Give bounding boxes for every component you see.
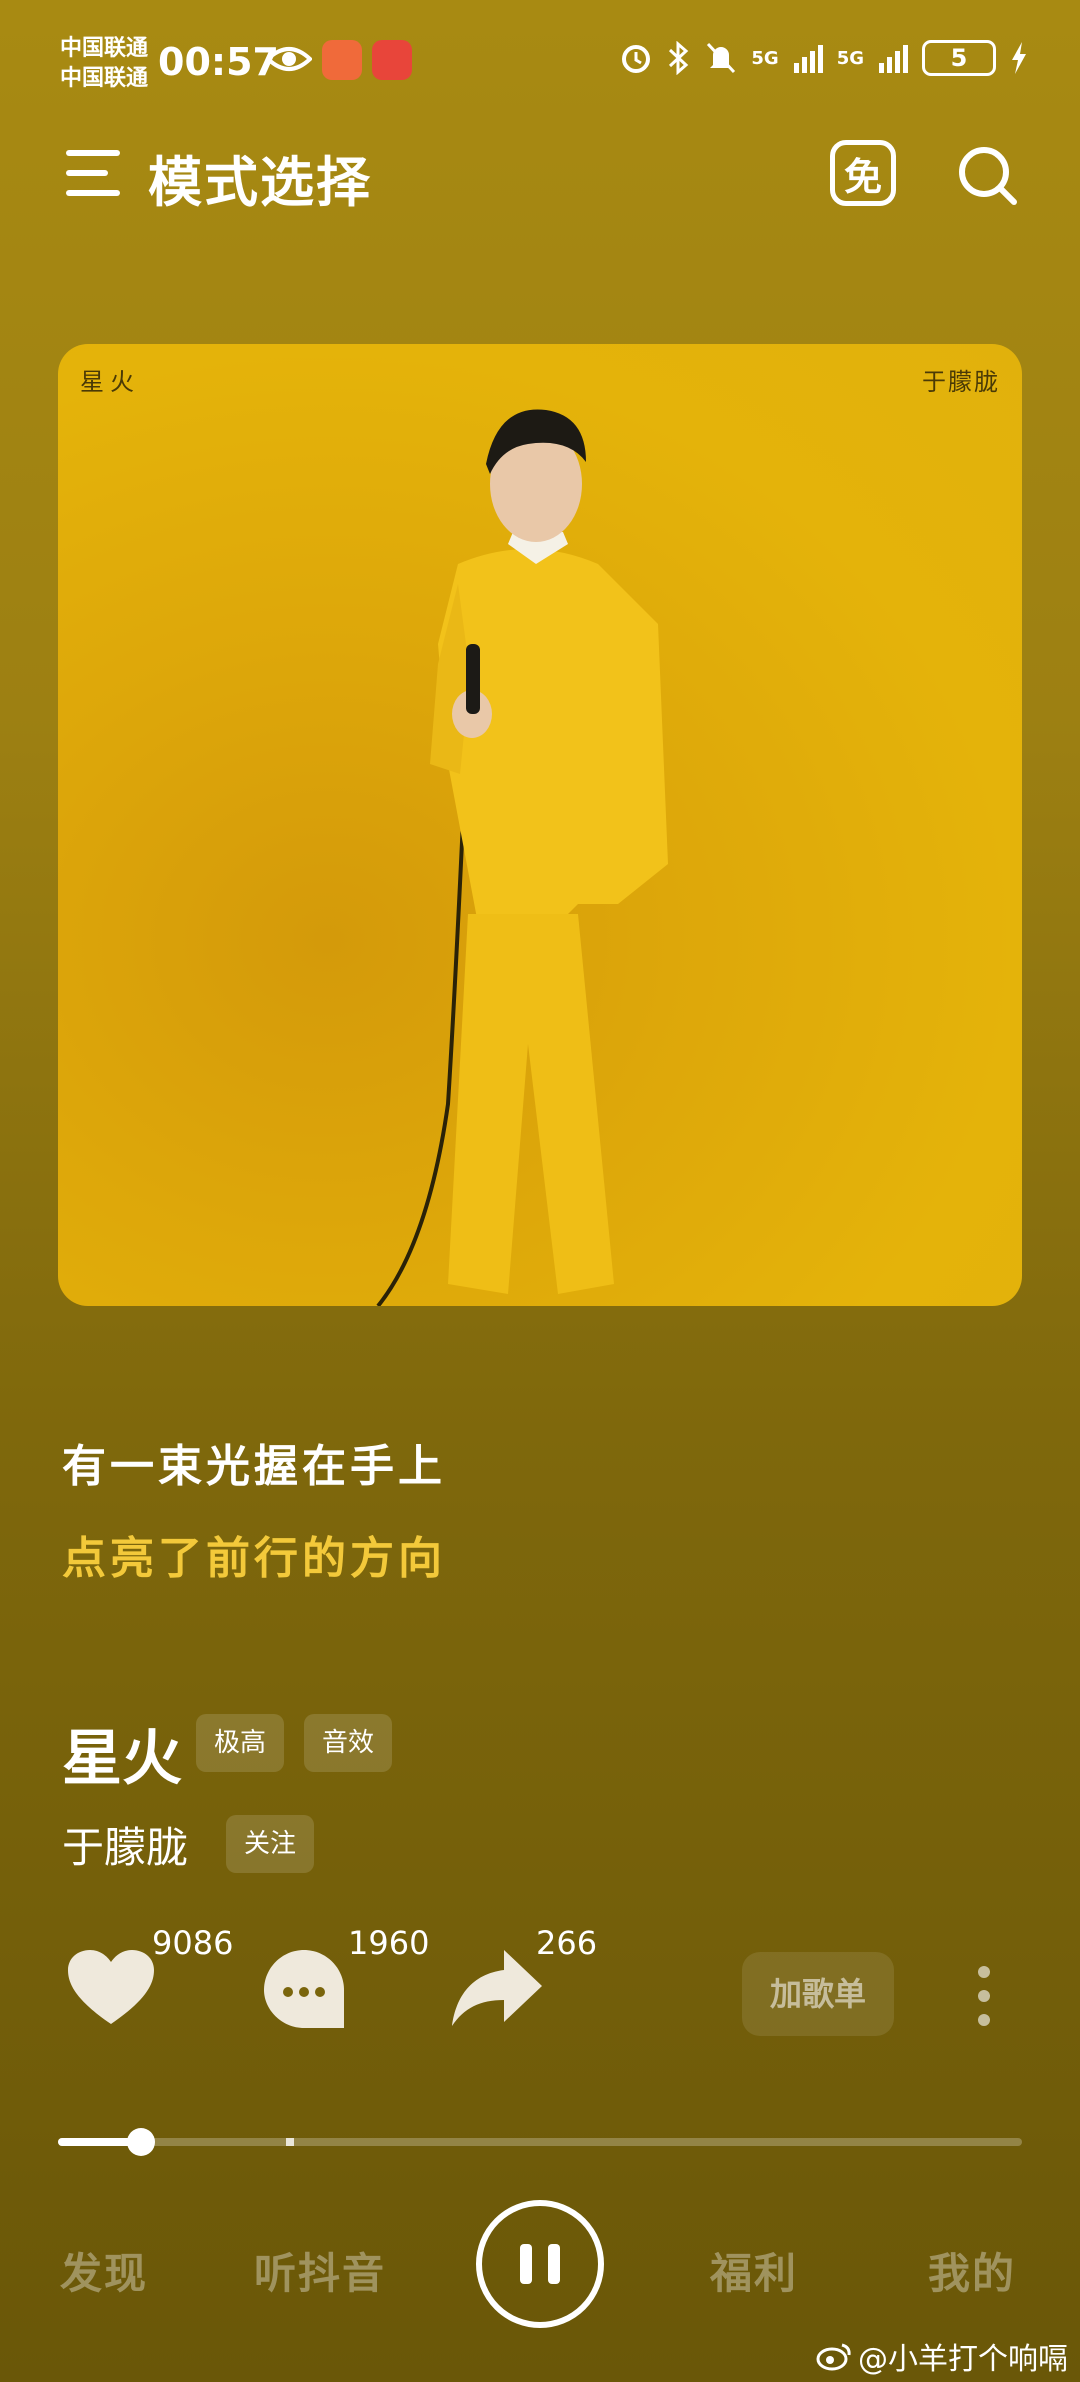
sound-effect-tag[interactable]: 音效 (304, 1714, 393, 1772)
nav-mine[interactable]: 我的 (928, 2240, 1016, 2301)
charging-icon (1012, 42, 1026, 74)
signal-icon-1 (793, 45, 823, 73)
status-indicators: 5G 5G 5 (619, 40, 1028, 76)
clock: 00:57 (158, 40, 279, 84)
artist-name[interactable]: 于朦胧 (62, 1814, 188, 1875)
more-options-icon[interactable] (978, 1966, 994, 2038)
pause-icon (520, 2244, 532, 2284)
weibo-icon (816, 2343, 851, 2371)
nav-douyin[interactable]: 听抖音 (254, 2240, 386, 2301)
health-app-icon (322, 40, 362, 80)
add-to-playlist-button[interactable]: 加歌单 (742, 1952, 894, 2036)
nav-welfare[interactable]: 福利 (710, 2240, 798, 2301)
lyric-line-current[interactable]: 有一束光握在手上 (62, 1430, 446, 1494)
carrier-1: 中国联通 (60, 36, 149, 61)
album-cover[interactable]: 星火 于朦胧 (58, 344, 1022, 1306)
video-app-icon (372, 40, 412, 80)
like-count: 9086 (152, 1924, 234, 1962)
cover-song-label: 星火 (80, 368, 140, 396)
mute-bell-icon (707, 42, 736, 74)
song-title: 星火 (62, 1724, 182, 1794)
lyric-line-next[interactable]: 点亮了前行的方向 (62, 1522, 446, 1586)
eye-icon (266, 47, 312, 71)
watermark-text: @小羊打个响嗝 (858, 2342, 1068, 2377)
progress-slider[interactable] (58, 2128, 1022, 2156)
alarm-icon (622, 45, 651, 73)
bluetooth-icon (669, 41, 689, 75)
comment-icon[interactable] (262, 1948, 346, 2032)
network-type-1: 5G (751, 47, 779, 69)
heart-icon[interactable] (66, 1948, 156, 2028)
free-mode-icon[interactable]: 免 (830, 140, 896, 206)
signal-icon-2 (879, 45, 908, 73)
follow-button[interactable]: 关注 (226, 1815, 315, 1873)
status-bar: 中国联通 中国联通 00:57 5G 5G 5 (0, 30, 1080, 100)
search-icon[interactable] (956, 144, 1020, 208)
network-type-2: 5G (836, 47, 864, 69)
page-title[interactable]: 模式选择 (148, 138, 372, 217)
carrier-2: 中国联通 (60, 66, 149, 91)
share-count: 266 (536, 1924, 598, 1962)
progress-knob[interactable] (126, 2128, 155, 2156)
battery-indicator: 5 (922, 40, 996, 76)
watermark: @小羊打个响嗝 (816, 2334, 1068, 2378)
pause-button[interactable] (476, 2200, 604, 2328)
progress-buffer-marker (285, 2138, 294, 2146)
cover-artist-label: 于朦胧 (922, 368, 1000, 396)
carrier-info: 中国联通 中国联通 (60, 34, 148, 94)
quality-tag[interactable]: 极高 (196, 1714, 285, 1772)
share-icon[interactable] (450, 1948, 544, 2028)
menu-icon[interactable] (66, 150, 122, 198)
singer-portrait (376, 409, 668, 1306)
comment-count: 1960 (348, 1924, 430, 1962)
nav-discover[interactable]: 发现 (60, 2240, 148, 2301)
